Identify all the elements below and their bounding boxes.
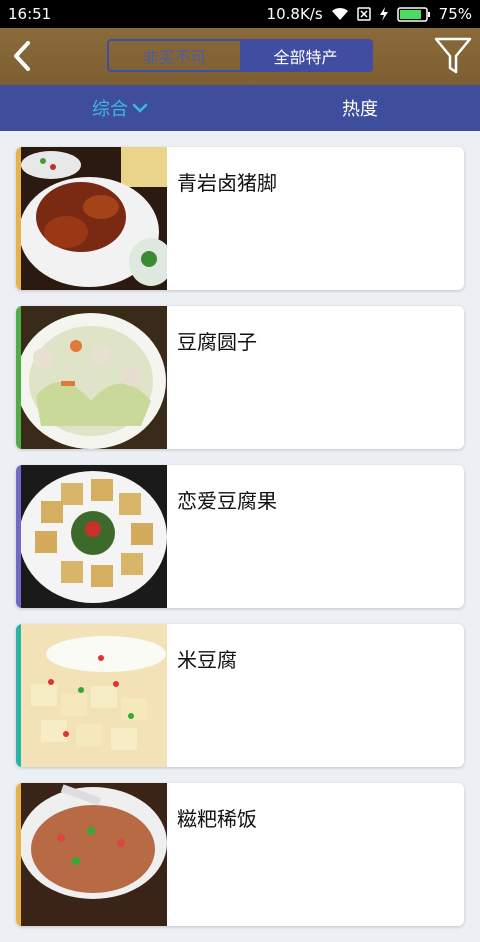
network-speed: 10.8K/s <box>266 5 323 23</box>
tab-popularity[interactable]: 热度 <box>240 85 480 131</box>
filter-button[interactable] <box>434 36 472 76</box>
sort-tab-bar: 综合 热度 <box>0 85 480 131</box>
list-item[interactable]: 米豆腐 <box>16 624 464 767</box>
status-bar: 16:51 10.8K/s 75% <box>0 0 480 28</box>
list-item[interactable]: 糍粑稀饭 <box>16 783 464 926</box>
list-item[interactable]: 青岩卤猪脚 <box>16 147 464 290</box>
funnel-filter-icon <box>434 37 472 74</box>
list-item[interactable]: 豆腐圆子 <box>16 306 464 449</box>
segment-must-buy[interactable]: 非买不可 <box>109 41 240 70</box>
sim-card-icon <box>356 7 371 21</box>
header-bar: 非买不可 全部特产 <box>0 28 480 85</box>
item-title: 米豆腐 <box>177 648 237 672</box>
tab-popularity-label: 热度 <box>342 99 378 120</box>
back-button[interactable] <box>8 38 38 74</box>
segment-all-specialties[interactable]: 全部特产 <box>240 41 371 70</box>
item-title: 恋爱豆腐果 <box>177 489 277 513</box>
battery-percent: 75% <box>438 5 472 23</box>
item-title: 糍粑稀饭 <box>177 807 257 831</box>
tab-comprehensive-label: 综合 <box>92 99 128 120</box>
item-title: 豆腐圆子 <box>177 330 257 354</box>
food-photo <box>21 306 167 449</box>
food-photo <box>21 783 167 926</box>
battery-icon <box>396 6 430 22</box>
food-photo <box>21 465 167 608</box>
segment-control: 非买不可 全部特产 <box>107 39 373 72</box>
charging-bolt-icon <box>379 7 388 21</box>
item-title: 青岩卤猪脚 <box>177 171 277 195</box>
status-time: 16:51 <box>8 5 52 23</box>
chevron-down-icon <box>132 103 148 113</box>
food-photo <box>21 147 167 290</box>
specialty-list: 青岩卤猪脚 豆腐圆子 恋爱豆腐果 米豆腐 糍粑稀饭 <box>16 147 464 942</box>
status-icons: 10.8K/s 75% <box>267 5 472 23</box>
tab-comprehensive[interactable]: 综合 <box>0 85 240 131</box>
wifi-icon <box>331 7 348 20</box>
chevron-left-icon <box>14 41 30 71</box>
list-item[interactable]: 恋爱豆腐果 <box>16 465 464 608</box>
food-photo <box>21 624 167 767</box>
